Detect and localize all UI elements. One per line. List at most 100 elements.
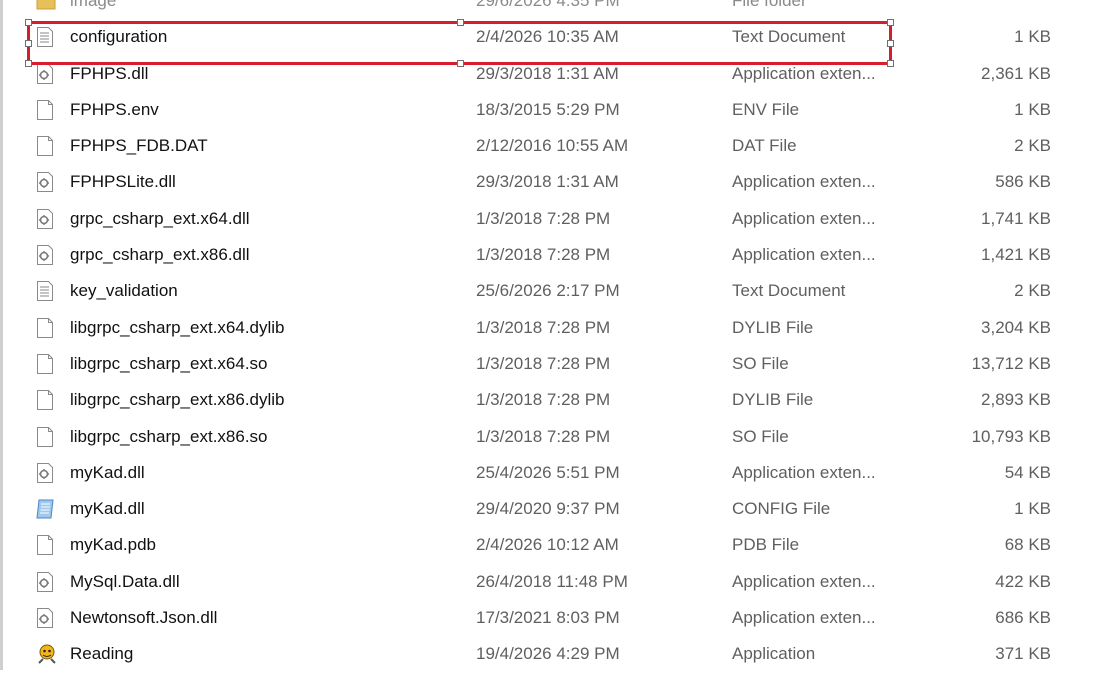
blank-file-icon (36, 317, 55, 339)
config-file-icon (36, 498, 55, 520)
file-size: 2,893 KB (981, 390, 1051, 410)
file-name: FPHPS.dll (70, 63, 149, 83)
file-type: Application exten... (732, 571, 876, 591)
file-size: 586 KB (995, 172, 1051, 192)
file-date: 25/6/2026 2:17 PM (476, 281, 620, 301)
file-name: grpc_csharp_ext.x86.dll (70, 245, 250, 265)
file-date: 1/3/2018 7:28 PM (476, 390, 611, 410)
file-type: CONFIG File (732, 499, 831, 519)
file-row-libgrpc-x64-dylib[interactable]: libgrpc_csharp_ext.x64.dylib 1/3/2018 7:… (0, 310, 1110, 346)
file-name: Reading (70, 644, 134, 664)
file-date: 18/3/2015 5:29 PM (476, 99, 620, 119)
file-date: 29/3/2018 1:31 AM (476, 172, 619, 192)
text-document-icon (36, 26, 55, 48)
file-type: Application exten... (732, 63, 876, 83)
file-row-mykad-pdb[interactable]: myKad.pdb 2/4/2026 10:12 AM PDB File 68 … (0, 527, 1110, 563)
file-row-reading[interactable]: Reading 19/4/2026 4:29 PM Application 37… (0, 636, 1110, 672)
file-size: 1,741 KB (981, 208, 1051, 228)
file-date: 1/3/2018 7:28 PM (476, 245, 611, 265)
file-type: Application exten... (732, 172, 876, 192)
file-date: 29/3/2018 1:31 AM (476, 63, 619, 83)
file-type: Text Document (732, 281, 846, 301)
blank-file-icon (36, 135, 55, 157)
file-name: libgrpc_csharp_ext.x64.so (70, 353, 268, 373)
file-type: Application (732, 644, 816, 664)
blank-file-icon (36, 353, 55, 375)
file-row-configuration[interactable]: configuration 2/4/2026 10:35 AM Text Doc… (0, 19, 1110, 55)
file-date: 26/4/2018 11:48 PM (476, 571, 628, 591)
file-name: image (70, 0, 117, 10)
file-row-libgrpc-x86-dylib[interactable]: libgrpc_csharp_ext.x86.dylib 1/3/2018 7:… (0, 382, 1110, 418)
file-row-libgrpc-x86-so[interactable]: libgrpc_csharp_ext.x86.so 1/3/2018 7:28 … (0, 419, 1110, 455)
file-size: 1 KB (1014, 99, 1051, 119)
file-list: image 29/6/2026 4:35 PM File folder conf… (0, 0, 1110, 673)
file-type: DYLIB File (732, 390, 814, 410)
file-type: Application exten... (732, 608, 876, 628)
file-size: 2 KB (1014, 136, 1051, 156)
file-type: DAT File (732, 136, 797, 156)
file-type: PDB File (732, 535, 800, 555)
file-size: 371 KB (995, 644, 1051, 664)
file-row-mysql-data-dll[interactable]: MySql.Data.dll 26/4/2018 11:48 PM Applic… (0, 564, 1110, 600)
file-row-libgrpc-x64-so[interactable]: libgrpc_csharp_ext.x64.so 1/3/2018 7:28 … (0, 346, 1110, 382)
file-row-fphps-env[interactable]: FPHPS.env 18/3/2015 5:29 PM ENV File 1 K… (0, 92, 1110, 128)
file-size: 3,204 KB (981, 317, 1051, 337)
file-row-newtonsoft-json-dll[interactable]: Newtonsoft.Json.dll 17/3/2021 8:03 PM Ap… (0, 600, 1110, 636)
file-size: 68 KB (1004, 535, 1051, 555)
file-type: Text Document (732, 27, 846, 47)
blank-file-icon (36, 534, 55, 556)
file-name: MySql.Data.dll (70, 571, 180, 591)
file-size: 54 KB (1004, 462, 1051, 482)
file-size: 686 KB (995, 608, 1051, 628)
file-date: 2/4/2026 10:35 AM (476, 27, 619, 47)
file-date: 19/4/2026 4:29 PM (476, 644, 620, 664)
file-name: myKad.dll (70, 499, 145, 519)
file-size: 2,361 KB (981, 63, 1051, 83)
file-row-fphps-dll[interactable]: FPHPS.dll 29/3/2018 1:31 AM Application … (0, 56, 1110, 92)
blank-file-icon (36, 426, 55, 448)
file-row-fphpslite-dll[interactable]: FPHPSLite.dll 29/3/2018 1:31 AM Applicat… (0, 164, 1110, 200)
file-name: FPHPSLite.dll (70, 172, 176, 192)
file-row-mykad-dll[interactable]: myKad.dll 25/4/2026 5:51 PM Application … (0, 455, 1110, 491)
file-name: FPHPS_FDB.DAT (70, 136, 208, 156)
file-name: libgrpc_csharp_ext.x64.dylib (70, 317, 285, 337)
file-row-mykad-dll-config[interactable]: myKad.dll 29/4/2020 9:37 PM CONFIG File … (0, 491, 1110, 527)
file-name: myKad.dll (70, 462, 145, 482)
blank-file-icon (36, 389, 55, 411)
file-name: grpc_csharp_ext.x64.dll (70, 208, 250, 228)
file-date: 1/3/2018 7:28 PM (476, 353, 611, 373)
file-row-image[interactable]: image 29/6/2026 4:35 PM File folder (0, 0, 1110, 19)
file-name: libgrpc_csharp_ext.x86.so (70, 426, 268, 446)
text-document-icon (36, 280, 55, 302)
file-size: 1 KB (1014, 27, 1051, 47)
dll-icon (36, 171, 55, 193)
file-size: 422 KB (995, 571, 1051, 591)
file-date: 29/4/2020 9:37 PM (476, 499, 620, 519)
file-date: 17/3/2021 8:03 PM (476, 608, 620, 628)
file-name: FPHPS.env (70, 99, 159, 119)
file-row-fphps-fdb-dat[interactable]: FPHPS_FDB.DAT 2/12/2016 10:55 AM DAT Fil… (0, 128, 1110, 164)
file-date: 1/3/2018 7:28 PM (476, 317, 611, 337)
file-type: SO File (732, 426, 789, 446)
file-date: 25/4/2026 5:51 PM (476, 462, 620, 482)
dll-icon (36, 571, 55, 593)
file-row-key-validation[interactable]: key_validation 25/6/2026 2:17 PM Text Do… (0, 273, 1110, 309)
file-type: Application exten... (732, 245, 876, 265)
folder-icon (36, 0, 56, 12)
file-name: configuration (70, 27, 168, 47)
file-date: 2/4/2026 10:12 AM (476, 535, 619, 555)
file-row-grpc-x64-dll[interactable]: grpc_csharp_ext.x64.dll 1/3/2018 7:28 PM… (0, 201, 1110, 237)
file-size: 10,793 KB (971, 426, 1051, 446)
file-type: Application exten... (732, 462, 876, 482)
file-size: 1 KB (1014, 499, 1051, 519)
file-type: SO File (732, 353, 789, 373)
file-size: 1,421 KB (981, 245, 1051, 265)
dll-icon (36, 607, 55, 629)
file-row-grpc-x86-dll[interactable]: grpc_csharp_ext.x86.dll 1/3/2018 7:28 PM… (0, 237, 1110, 273)
dll-icon (36, 244, 55, 266)
application-icon (36, 643, 56, 665)
file-size: 2 KB (1014, 281, 1051, 301)
file-date: 1/3/2018 7:28 PM (476, 426, 611, 446)
file-type: ENV File (732, 99, 800, 119)
file-name: myKad.pdb (70, 535, 156, 555)
